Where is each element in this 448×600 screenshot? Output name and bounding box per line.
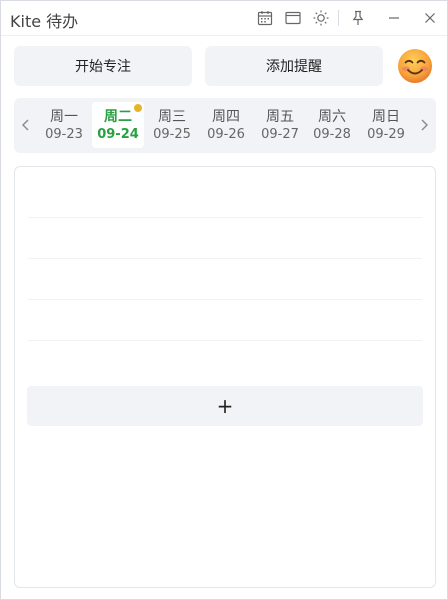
calendar-icon[interactable] xyxy=(256,9,274,27)
add-reminder-button[interactable]: 添加提醒 xyxy=(205,46,383,86)
close-icon[interactable] xyxy=(421,9,439,27)
titlebar-divider xyxy=(338,10,339,26)
day-name: 周六 xyxy=(318,109,346,125)
title-bar[interactable]: Kite 待办 xyxy=(1,1,447,36)
day-wednesday[interactable]: 周三 09-25 xyxy=(146,102,198,148)
day-date: 09-27 xyxy=(261,127,299,142)
chevron-left-icon[interactable] xyxy=(18,116,34,134)
notification-dot xyxy=(134,104,142,112)
day-name: 周五 xyxy=(266,109,294,125)
day-date: 09-24 xyxy=(97,127,139,142)
task-row[interactable] xyxy=(28,299,422,300)
pin-icon[interactable] xyxy=(349,9,367,27)
day-name: 周四 xyxy=(212,109,240,125)
week-selector: 周一 09-23 周二 09-24 周三 09-25 周四 09-26 周五 0… xyxy=(14,98,436,153)
chevron-right-icon[interactable] xyxy=(416,116,432,134)
day-thursday[interactable]: 周四 09-26 xyxy=(200,102,252,148)
minimize-icon[interactable] xyxy=(385,9,403,27)
day-name: 周日 xyxy=(372,109,400,125)
task-row[interactable] xyxy=(28,217,422,218)
day-name: 周一 xyxy=(50,109,78,125)
day-date: 09-23 xyxy=(45,127,83,142)
day-date: 09-25 xyxy=(153,127,191,142)
day-date: 09-28 xyxy=(313,127,351,142)
add-task-button[interactable]: + xyxy=(27,386,423,426)
day-sunday[interactable]: 周日 09-29 xyxy=(360,102,412,148)
day-name: 周三 xyxy=(158,109,186,125)
start-focus-button[interactable]: 开始专注 xyxy=(14,46,192,86)
window-icon[interactable] xyxy=(284,9,302,27)
window-title: Kite 待办 xyxy=(10,12,79,31)
day-monday[interactable]: 周一 09-23 xyxy=(38,102,90,148)
day-friday[interactable]: 周五 09-27 xyxy=(254,102,306,148)
day-saturday[interactable]: 周六 09-28 xyxy=(306,102,358,148)
task-panel: + xyxy=(14,166,436,588)
smiling-face-emoji[interactable] xyxy=(397,48,433,84)
task-row[interactable] xyxy=(28,258,422,259)
day-tuesday-selected[interactable]: 周二 09-24 xyxy=(92,102,144,148)
task-row[interactable] xyxy=(28,340,422,341)
day-date: 09-29 xyxy=(367,127,405,142)
app-window: Kite 待办 开始专注 添加提醒 周一 09-23 周二 09-24 周三 0… xyxy=(0,0,448,600)
day-date: 09-26 xyxy=(207,127,245,142)
brightness-icon[interactable] xyxy=(312,9,330,27)
